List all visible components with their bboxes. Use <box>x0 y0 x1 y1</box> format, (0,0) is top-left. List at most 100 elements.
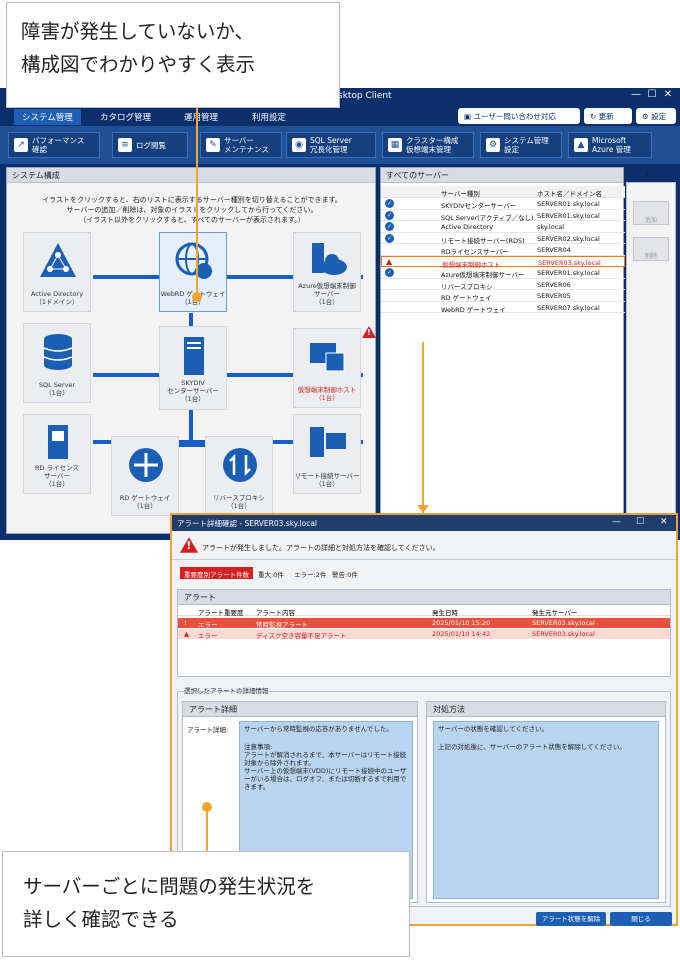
node-vd-host[interactable]: 仮想端末制御ホスト （1台） <box>293 328 361 408</box>
active-directory-icon <box>40 243 76 277</box>
node-reverse-proxy[interactable]: リバースプロキシ （1台） <box>205 436 273 516</box>
table-row[interactable]: ! エラー 常時監視アラート 2025/01/10 15:20 SERVER03… <box>178 618 670 629</box>
node-azure-vd-server[interactable]: Azure仮想端末制御 サーバー （1台） <box>293 232 361 312</box>
azure-icon: ▲ <box>574 138 588 152</box>
warning-icon <box>179 537 199 553</box>
node-sql-server[interactable]: SQL Server （1台） <box>23 323 91 403</box>
tab-usage[interactable]: 利用設定 <box>244 109 294 125</box>
server-host: SERVER05 <box>537 292 571 300</box>
dialog-message: アラートが発生しました。アラートの詳細と対処方法を確認してください。 <box>202 544 440 552</box>
action-group: 対処方法 サーバーの状態を確認してください。 上記の対処後に、サーバーのアラート… <box>426 701 666 903</box>
minimize-icon[interactable]: — <box>628 89 644 100</box>
performance-button[interactable]: ↗ パフォーマンス 確認 <box>8 132 100 158</box>
gateway-icon <box>129 448 163 482</box>
instruction-line: サーバーの追加／削除は、対象のイラストをクリックしてから行ってください。 <box>66 206 318 214</box>
azure-button[interactable]: ▲ Microsoft Azure 管理 <box>568 132 652 158</box>
dialog-title-bar: アラート詳細確認 - SERVER03.sky.local — ☐ ✕ <box>172 515 676 531</box>
divider <box>172 559 676 560</box>
table-row[interactable]: ✓ SKYDIVセンターサーバー SERVER01.sky.local <box>381 198 625 210</box>
alert-detail-label: アラート詳細: <box>187 726 229 734</box>
cluster-icon: ▦ <box>388 138 402 152</box>
gear-icon: ⚙ <box>642 112 652 121</box>
server-type: Azure仮想端末制御サーバー <box>441 271 525 279</box>
settings-button[interactable]: ⚙ 設定 <box>636 108 676 124</box>
connector-line <box>422 342 424 514</box>
table-row[interactable]: ✓ Azure仮想端末制御サーバー SERVER01.sky.local <box>381 267 625 279</box>
system-config-title: システム構成 <box>7 168 375 183</box>
check-icon: ✓ <box>385 268 394 277</box>
server-host: SERVER01.sky.local <box>537 269 600 277</box>
proxy-icon <box>223 448 257 482</box>
window-title: sktop Client <box>338 91 392 101</box>
count-error: エラー:2件 <box>294 571 327 579</box>
log-button[interactable]: ≡ ログ閲覧 <box>112 132 188 158</box>
check-icon: ✓ <box>385 210 394 220</box>
close-icon[interactable]: ✕ <box>660 89 676 100</box>
server-host: SERVER01.sky.local <box>537 200 600 208</box>
maximize-icon[interactable]: ☐ <box>636 517 644 527</box>
connector-line <box>196 108 198 298</box>
server-host: SERVER04 <box>537 246 571 254</box>
server-host: SERVER02.sky.local <box>537 234 600 243</box>
count-warning: 警告:0件 <box>332 571 358 579</box>
node-center-server[interactable]: SKYDIV センターサーバー （1台） <box>159 326 227 410</box>
release-alert-button[interactable]: アラート状態を解除 <box>536 912 606 926</box>
server-type: Active Directory <box>441 223 494 231</box>
refresh-icon: ↻ <box>590 112 599 121</box>
callout-line: サーバーごとに問題の発生状況を <box>23 875 316 898</box>
connector-dot <box>202 802 212 812</box>
system-settings-button[interactable]: ⚙ システム管理 設定 <box>480 132 562 158</box>
node-rd-gateway[interactable]: RD ゲートウェイ （1台） <box>111 436 179 516</box>
alert-icon <box>362 326 376 338</box>
table-row[interactable]: ▲ エラー ディスク空き容量不足アラート 2025/01/10 14:42 SE… <box>178 629 670 640</box>
delete-button[interactable]: 削除 <box>633 237 669 261</box>
action-text: サーバーの状態を確認してください。 上記の対処後に、サーバーのアラート状態を解除… <box>433 721 659 899</box>
tab-catalog[interactable]: カタログ管理 <box>92 109 159 125</box>
inquiry-button[interactable]: ▣ ユーザー問い合わせ対応 <box>458 108 580 124</box>
toolbar: ↗ パフォーマンス 確認 ≡ ログ閲覧 ✎ サーバー メンテナンス ◉ SQL Serv… <box>0 126 680 164</box>
wrench-icon: ✎ <box>206 138 220 152</box>
close-icon[interactable]: ✕ <box>660 517 668 527</box>
callout-line: 詳しく確認できる <box>23 908 179 931</box>
check-icon: ✓ <box>385 199 394 208</box>
node-rd-license[interactable]: RD ライセンス サーバー （1台） <box>23 414 91 494</box>
tab-operation[interactable]: 運用管理 <box>176 109 226 125</box>
table-row[interactable]: ✓ Active Directory sky.local <box>381 221 625 233</box>
table-row[interactable]: ▲ 仮想端末制御ホスト SERVER03.sky.local <box>381 255 625 269</box>
callout-line: 障害が発生していないか、 <box>21 20 255 43</box>
tab-system[interactable]: システム管理 <box>14 109 81 125</box>
table-row[interactable]: ✓ リモート接続サーバー(RDS) SERVER02.sky.local <box>381 233 625 245</box>
callout-line: 構成図でわかりやすく表示 <box>21 53 256 76</box>
node-remote-server[interactable]: リモート接続サーバー （1台） <box>293 414 361 494</box>
node-active-directory[interactable]: Active Directory （1ドメイン） <box>23 232 91 312</box>
server-host: sky.local <box>537 223 565 231</box>
server-host: SERVER06 <box>537 280 571 289</box>
close-button[interactable]: 閉じる <box>610 912 672 926</box>
alert-count-badge: 重要度別アラート件数 <box>180 567 253 579</box>
remote-server-icon <box>310 427 346 457</box>
sql-redundancy-button[interactable]: ◉ SQL Server 冗長化管理 <box>286 132 376 158</box>
dialog-title: アラート詳細確認 - SERVER03.sky.local <box>177 519 317 528</box>
license-server-icon <box>48 425 68 459</box>
server-icon <box>184 337 204 375</box>
server-list-title: すべてのサーバー <box>381 168 623 183</box>
maintenance-button[interactable]: ✎ サーバー メンテナンス <box>200 132 282 158</box>
table-row[interactable]: WebRD ゲートウェイ SERVER07.sky.local <box>381 302 625 314</box>
table-row[interactable]: RD ゲートウェイ SERVER05 <box>381 290 625 302</box>
minimize-icon[interactable]: — <box>612 517 621 527</box>
add-button[interactable]: 追加 <box>633 201 669 225</box>
table-row[interactable]: ✓ SQL Server(アクティブ／なし) SERVER01.sky.local <box>381 210 625 222</box>
connector-line <box>206 808 208 852</box>
chevron-right-icon[interactable]: › <box>645 167 649 180</box>
update-button[interactable]: ↻ 更新 <box>584 108 632 124</box>
server-type: SKYDIVセンターサーバー <box>441 202 517 210</box>
check-icon: ✓ <box>385 222 394 231</box>
gear-icon: ⚙ <box>486 138 500 152</box>
cloud-server-icon <box>312 243 347 275</box>
error-icon: ▲ <box>184 630 189 638</box>
cluster-button[interactable]: ▦ クラスター構成 仮想端末管理 <box>382 132 474 158</box>
table-row[interactable]: リバースプロキシ SERVER06 <box>381 279 625 291</box>
server-type: RD ゲートウェイ <box>441 294 492 302</box>
maximize-icon[interactable]: ☐ <box>644 89 660 100</box>
table-row[interactable]: RDライセンスサーバー SERVER04 <box>381 244 625 256</box>
